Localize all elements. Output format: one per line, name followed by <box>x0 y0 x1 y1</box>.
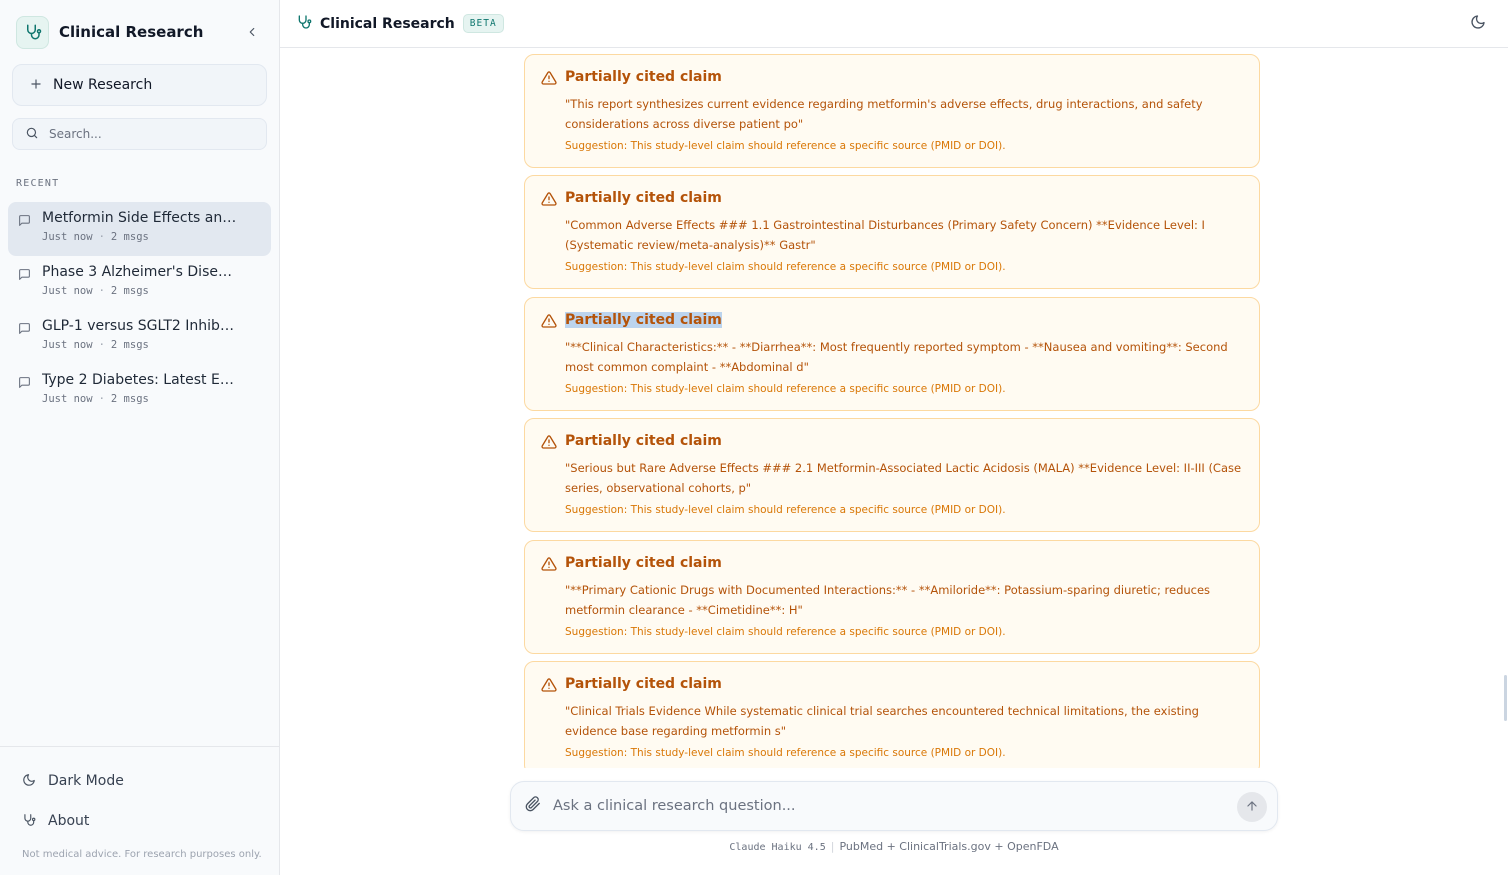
top-bar: Clinical Research BETA <box>280 0 1508 48</box>
card-suggestion: Suggestion: This study-level claim shoul… <box>565 140 1006 152</box>
message-square-icon <box>18 374 31 393</box>
card-quote: "Clinical Trials Evidence While systemat… <box>565 704 1199 738</box>
card-quote: "**Clinical Characteristics:** - **Diarr… <box>565 340 1228 374</box>
card-suggestion: Suggestion: This study-level claim shoul… <box>565 626 1006 638</box>
stethoscope-icon <box>296 14 312 34</box>
stethoscope-icon <box>16 15 49 49</box>
stethoscope-icon <box>22 812 36 831</box>
chat-count: 2 msgs <box>110 339 149 351</box>
about-label: About <box>48 813 90 829</box>
model-info: Claude Haiku 4.5 | PubMed + ClinicalTrials… <box>729 840 1059 853</box>
alert-triangle-icon <box>541 677 557 697</box>
card-title: Partially cited claim <box>565 433 722 449</box>
card-suggestion: Suggestion: This study-level claim shoul… <box>565 504 1006 516</box>
message-square-icon <box>18 212 31 231</box>
card-title: Partially cited claim <box>565 555 722 571</box>
chat-time: Just now <box>42 339 93 351</box>
send-button[interactable] <box>1237 792 1267 822</box>
beta-badge: BETA <box>462 14 504 33</box>
alert-triangle-icon <box>541 191 557 211</box>
message-scroll-area[interactable]: Partially cited claim "This report synth… <box>280 48 1508 768</box>
card-title: Partially cited claim <box>565 312 722 328</box>
about-button[interactable]: About <box>0 801 279 841</box>
page-title: Clinical Research <box>320 15 455 32</box>
main-panel: Clinical Research BETA Partially cited c… <box>280 0 1508 875</box>
citation-warning-card: Partially cited claim "This report synth… <box>524 54 1260 168</box>
sidebar-header: Clinical Research <box>0 0 279 64</box>
chat-item-alzheimers[interactable]: Phase 3 Alzheimer's Diseas... Just now · 2… <box>8 256 271 310</box>
plus-icon <box>29 76 43 95</box>
citation-warning-card: Partially cited claim "**Primary Cationi… <box>524 540 1260 654</box>
card-title: Partially cited claim <box>565 69 722 85</box>
search-input[interactable] <box>49 127 249 141</box>
chat-time: Just now <box>42 393 93 405</box>
card-suggestion: Suggestion: This study-level claim shoul… <box>565 261 1006 273</box>
citation-warning-card: Partially cited claim "Clinical Trials E… <box>524 661 1260 768</box>
composer <box>510 781 1278 831</box>
question-input[interactable] <box>553 798 1213 814</box>
card-quote: "**Primary Cationic Drugs with Documente… <box>565 583 1211 617</box>
chevron-left-icon[interactable] <box>241 21 263 43</box>
search-box <box>12 118 267 150</box>
chat-item-glp1[interactable]: GLP-1 versus SGLT2 Inhibit... Just now · 2… <box>8 310 271 364</box>
card-title: Partially cited claim <box>565 676 722 692</box>
chat-count: 2 msgs <box>110 285 149 297</box>
recent-section-label: RECENT <box>16 178 60 189</box>
card-suggestion: Suggestion: This study-level claim shoul… <box>565 383 1006 395</box>
chat-title: Phase 3 Alzheimer's Diseas... <box>42 264 237 280</box>
card-quote: "Serious but Rare Adverse Effects ### 2.… <box>565 461 1242 495</box>
message-square-icon <box>18 266 31 285</box>
chat-title: Metformin Side Effects and... <box>42 210 237 226</box>
chat-time: Just now <box>42 231 93 243</box>
data-sources: PubMed + ClinicalTrials.gov + OpenFDA <box>839 840 1059 853</box>
card-title: Partially cited claim <box>565 190 722 206</box>
sidebar: Clinical Research New Research RECENT Me… <box>0 0 280 875</box>
chat-count: 2 msgs <box>110 393 149 405</box>
scrollbar-thumb[interactable] <box>1504 675 1507 721</box>
arrow-up-icon <box>1245 798 1259 817</box>
new-research-label: New Research <box>53 77 153 93</box>
message-square-icon <box>18 320 31 339</box>
citation-warning-card: Partially cited claim "**Clinical Charac… <box>524 297 1260 411</box>
dark-mode-label: Dark Mode <box>48 773 124 789</box>
citation-warning-card: Partially cited claim "Serious but Rare … <box>524 418 1260 532</box>
dark-mode-button[interactable]: Dark Mode <box>0 761 279 801</box>
chat-time: Just now <box>42 285 93 297</box>
alert-triangle-icon <box>541 556 557 576</box>
paperclip-icon[interactable] <box>525 796 541 816</box>
chat-item-t2d[interactable]: Type 2 Diabetes: Latest Evi... Just now ·… <box>8 364 271 418</box>
new-research-button[interactable]: New Research <box>12 64 267 106</box>
chat-meta: Just now · 2 msgs <box>42 285 149 297</box>
chat-meta: Just now · 2 msgs <box>42 339 149 351</box>
chat-meta: Just now · 2 msgs <box>42 393 149 405</box>
search-icon <box>25 125 39 144</box>
alert-triangle-icon <box>541 313 557 333</box>
moon-icon <box>22 772 36 791</box>
chat-count: 2 msgs <box>110 231 149 243</box>
alert-triangle-icon <box>541 70 557 90</box>
moon-icon[interactable] <box>1470 14 1486 34</box>
sidebar-footer: Dark Mode About Not medical advice. For … <box>0 746 279 860</box>
card-quote: "Common Adverse Effects ### 1.1 Gastroin… <box>565 218 1205 252</box>
card-suggestion: Suggestion: This study-level claim shoul… <box>565 747 1006 759</box>
chat-meta: Just now · 2 msgs <box>42 231 149 243</box>
model-name: Claude Haiku 4.5 <box>729 842 826 853</box>
citation-warning-card: Partially cited claim "Common Adverse Ef… <box>524 175 1260 289</box>
chat-title: GLP-1 versus SGLT2 Inhibit... <box>42 318 237 334</box>
sidebar-app-title: Clinical Research <box>59 23 204 41</box>
chat-item-metformin[interactable]: Metformin Side Effects and... Just now · 2… <box>8 202 271 256</box>
card-quote: "This report synthesizes current evidenc… <box>565 97 1203 131</box>
chat-title: Type 2 Diabetes: Latest Evi... <box>42 372 237 388</box>
disclaimer-text: Not medical advice. For research purpose… <box>22 849 262 860</box>
chat-list: Metformin Side Effects and... Just now · 2… <box>8 202 271 418</box>
alert-triangle-icon <box>541 434 557 454</box>
